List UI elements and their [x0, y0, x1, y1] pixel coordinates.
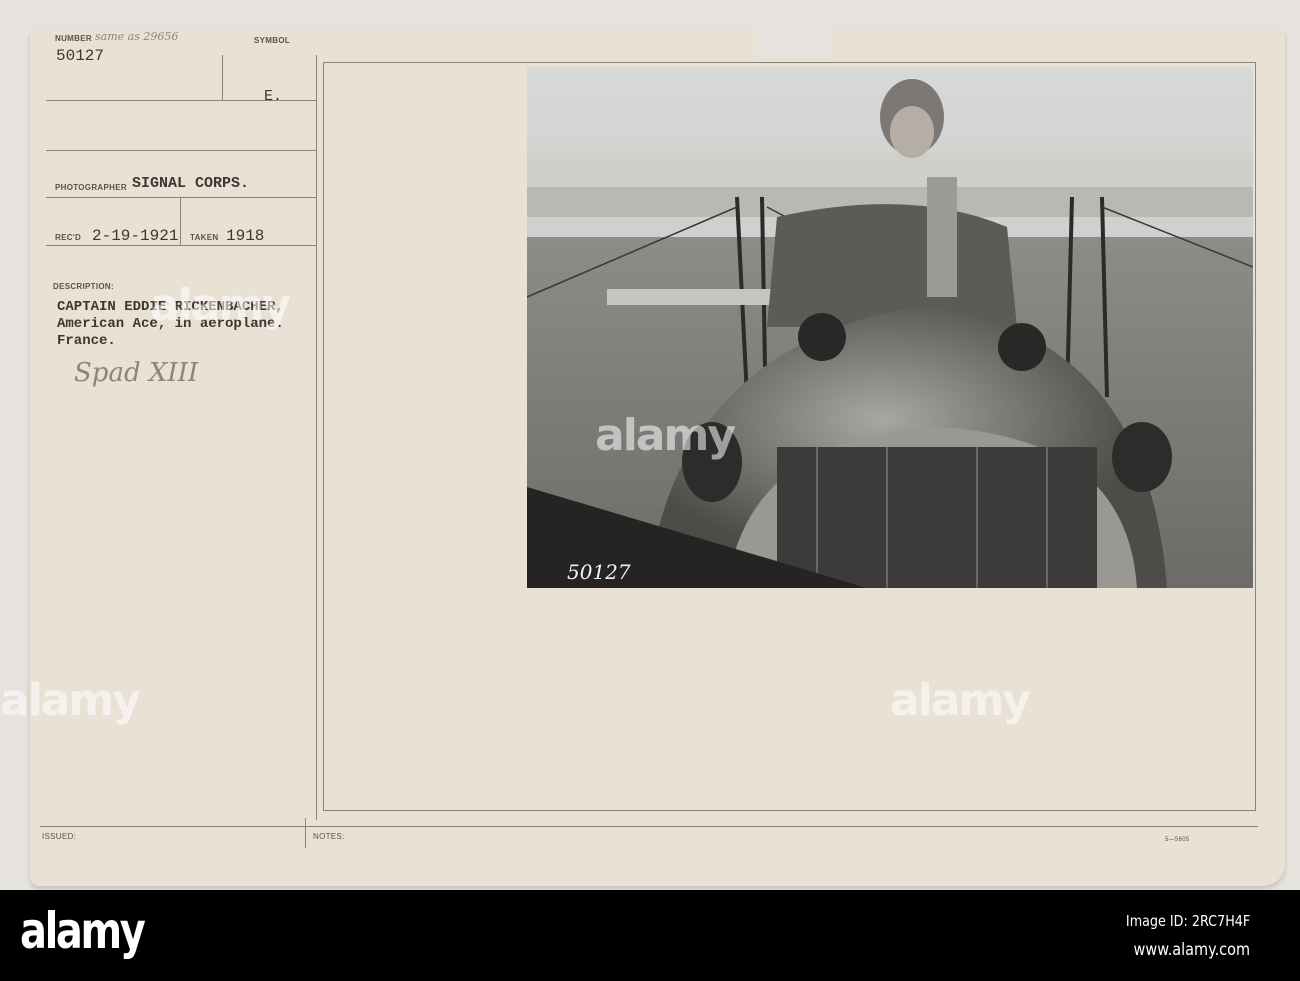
handwritten-note: Spad XIII [74, 358, 199, 388]
photo-caption-number: 50127 [567, 560, 631, 584]
image-id: Image ID: 2RC7H4F [1125, 912, 1250, 930]
watermark: alamy [150, 280, 291, 331]
symbol-label: SYMBOL [254, 36, 291, 45]
taken-label: TAKEN [190, 233, 219, 242]
description-line: France. [57, 333, 116, 349]
photo-rickenbacker-spad: 50127 [527, 67, 1253, 588]
recd-value: 2-19-1921 [92, 227, 179, 245]
photo-frame [323, 62, 324, 810]
taken-value: 1918 [226, 227, 265, 245]
divider [46, 197, 316, 198]
site-url[interactable]: www.alamy.com [1134, 940, 1250, 960]
symbol-value: E. [264, 88, 283, 105]
photo-frame [323, 810, 1256, 811]
description-label: DESCRIPTION: [53, 282, 114, 291]
divider [46, 150, 316, 151]
footer-bar: alamy Image ID: 2RC7H4F www.alamy.com [0, 890, 1300, 981]
number-note: same as 29656 [95, 30, 179, 43]
form-number: 5—5605 [1165, 837, 1190, 843]
divider [305, 818, 306, 848]
watermark: alamy [890, 675, 1031, 726]
number-value: 50127 [56, 47, 105, 65]
photographer-value: SIGNAL CORPS. [132, 175, 250, 192]
photographer-label: PHOTOGRAPHER [55, 183, 127, 192]
watermark: alamy [0, 675, 141, 726]
divider [40, 826, 1258, 827]
card-notch [757, 28, 832, 58]
divider [316, 55, 317, 820]
divider [46, 245, 316, 246]
watermark: alamy [595, 410, 736, 461]
divider [180, 197, 181, 245]
issued-label: ISSUED: [42, 832, 77, 841]
divider [222, 55, 223, 100]
photo-frame [1255, 62, 1256, 810]
alamy-logo[interactable]: alamy [20, 902, 146, 960]
number-label: NUMBER [55, 34, 92, 43]
notes-label: NOTES: [313, 832, 345, 841]
recd-label: REC'D [55, 233, 82, 242]
photo-frame [323, 62, 1255, 63]
